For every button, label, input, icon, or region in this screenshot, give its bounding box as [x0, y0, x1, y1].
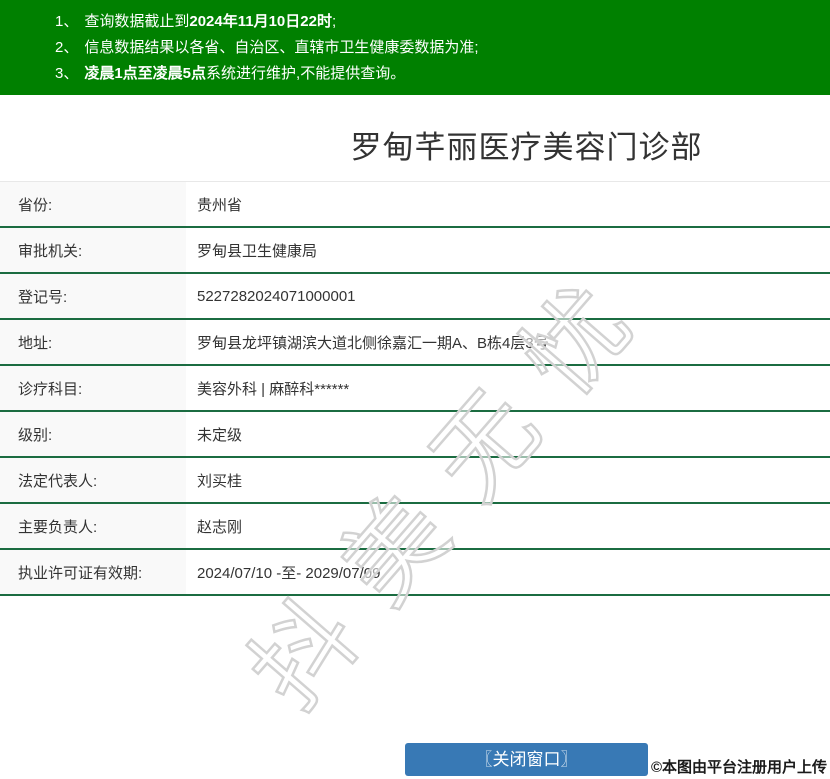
notice-item-number: 2、	[55, 39, 78, 56]
notice-item-3: 3、凌晨1点至凌晨5点系统进行维护,不能提供查询。	[55, 61, 820, 87]
copyright-watermark: ©本图由平台注册用户上传	[651, 756, 827, 777]
close-window-button[interactable]: 〖关闭窗口〗	[405, 743, 648, 776]
clinic-info-table: 省份: 贵州省 审批机关: 罗甸县卫生健康局 登记号: 522728202407…	[0, 181, 830, 596]
table-row-province: 省份: 贵州省	[0, 182, 830, 228]
content-area: 罗甸芊丽医疗美容门诊部 省份: 贵州省 审批机关: 罗甸县卫生健康局 登记号: …	[0, 128, 830, 776]
info-value: 罗甸县卫生健康局	[186, 228, 830, 272]
notice-item-number: 3、	[55, 65, 78, 82]
notice-item-text: 系统进行维护,不能提供查询。	[206, 65, 405, 82]
notice-item-text: ;	[332, 13, 336, 30]
table-row-level: 级别: 未定级	[0, 412, 830, 458]
notice-item-text: 信息数据结果以各省、自治区、直辖市卫生健康委数据为准;	[84, 39, 478, 56]
table-row-registration-number: 登记号: 5227282024071000001	[0, 274, 830, 320]
info-value: 美容外科 | 麻醉科******	[186, 366, 830, 410]
table-row-approval-authority: 审批机关: 罗甸县卫生健康局	[0, 228, 830, 274]
info-value: 刘买桂	[186, 458, 830, 502]
info-label: 执业许可证有效期:	[0, 550, 186, 594]
info-value: 贵州省	[186, 182, 830, 226]
info-label: 级别:	[0, 412, 186, 456]
notice-item-number: 1、	[55, 13, 78, 30]
clinic-title: 罗甸芊丽医疗美容门诊部	[0, 128, 830, 168]
table-row-departments: 诊疗科目: 美容外科 | 麻醉科******	[0, 366, 830, 412]
info-label: 诊疗科目:	[0, 366, 186, 410]
info-value: 罗甸县龙坪镇湖滨大道北侧徐嘉汇一期A、B栋4层3号	[186, 320, 830, 364]
table-row-address: 地址: 罗甸县龙坪镇湖滨大道北侧徐嘉汇一期A、B栋4层3号	[0, 320, 830, 366]
table-row-license-validity: 执业许可证有效期: 2024/07/10 -至- 2029/07/09	[0, 550, 830, 596]
info-label: 审批机关:	[0, 228, 186, 272]
info-value: 赵志刚	[186, 504, 830, 548]
info-value: 5227282024071000001	[186, 274, 830, 318]
notice-item-1: 1、查询数据截止到2024年11月10日22时;	[55, 9, 820, 35]
info-label: 主要负责人:	[0, 504, 186, 548]
info-value: 未定级	[186, 412, 830, 456]
info-label: 省份:	[0, 182, 186, 226]
info-label: 法定代表人:	[0, 458, 186, 502]
notice-item-2: 2、信息数据结果以各省、自治区、直辖市卫生健康委数据为准;	[55, 35, 820, 61]
table-row-principal: 主要负责人: 赵志刚	[0, 504, 830, 550]
table-row-legal-representative: 法定代表人: 刘买桂	[0, 458, 830, 504]
notice-item-bold: 凌晨1点至凌晨5点	[84, 65, 206, 82]
info-label: 登记号:	[0, 274, 186, 318]
notice-banner: 1、查询数据截止到2024年11月10日22时; 2、信息数据结果以各省、自治区…	[0, 0, 830, 95]
info-label: 地址:	[0, 320, 186, 364]
info-value: 2024/07/10 -至- 2029/07/09	[186, 550, 830, 594]
notice-item-bold: 2024年11月10日22时	[189, 13, 332, 30]
notice-item-text: 查询数据截止到	[84, 13, 189, 30]
